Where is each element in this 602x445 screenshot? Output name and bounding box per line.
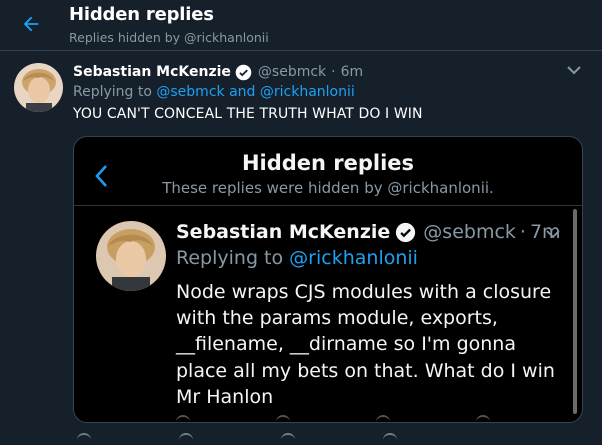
like-icon	[376, 415, 390, 422]
embed-action-bar	[176, 415, 556, 422]
top-header: Hidden replies Replies hidden by @rickha…	[0, 0, 602, 51]
page-title: Hidden replies	[69, 4, 214, 25]
share-icon[interactable]	[383, 433, 397, 445]
embed-author-handle: @sebmck	[423, 221, 516, 243]
replying-prefix: Replying to	[176, 247, 284, 269]
tweet[interactable]: Sebastian McKenzie @sebmck · 6m Replying…	[0, 52, 602, 437]
embed-avatar	[96, 221, 166, 291]
tweet-action-bar	[73, 431, 523, 443]
avatar[interactable]	[14, 63, 63, 112]
embed-replying-to: Replying to @rickhanlonii	[176, 247, 418, 269]
retweet-icon[interactable]	[179, 433, 193, 445]
embedded-screenshot[interactable]: Hidden replies These replies were hidden…	[73, 136, 583, 423]
like-icon[interactable]	[281, 433, 295, 445]
replying-link[interactable]: @sebmck and @rickhanlonii	[156, 84, 354, 100]
separator-dot: ·	[519, 221, 526, 243]
verified-badge-icon	[235, 64, 252, 80]
chevron-down-icon	[546, 230, 560, 239]
embed-title: Hidden replies	[241, 151, 415, 175]
verified-badge-icon	[396, 222, 416, 242]
replying-to: Replying to @sebmck and @rickhanlonii	[73, 84, 355, 100]
page-subtitle: Replies hidden by @rickhanlonii	[69, 30, 269, 45]
author-handle[interactable]: @sebmck	[258, 64, 326, 80]
separator-dot: ·	[331, 64, 336, 80]
share-icon	[476, 415, 490, 422]
replying-link: @rickhanlonii	[289, 247, 418, 269]
chevron-down-icon[interactable]	[565, 64, 583, 76]
embed-author-row: Sebastian McKenzie @sebmck · 7m	[176, 219, 561, 245]
tweet-text: YOU CAN'T CONCEAL THE TRUTH WHAT DO I WI…	[73, 106, 423, 122]
replying-prefix: Replying to	[73, 84, 152, 100]
arrow-left-icon[interactable]	[20, 13, 42, 35]
retweet-icon	[276, 415, 290, 422]
embed-subtitle: These replies were hidden by @rickhanlon…	[162, 179, 494, 197]
reply-icon	[176, 415, 190, 422]
scrollbar	[573, 209, 577, 414]
author-name[interactable]: Sebastian McKenzie	[73, 64, 231, 80]
divider	[74, 205, 582, 206]
tweet-time[interactable]: 6m	[341, 64, 364, 80]
reply-icon[interactable]	[77, 433, 91, 445]
tweet-author-row: Sebastian McKenzie @sebmck · 6m	[73, 62, 363, 82]
embed-tweet-text: Node wraps CJS modules with a closure wi…	[176, 281, 555, 408]
embed-author-name: Sebastian McKenzie	[176, 221, 391, 243]
